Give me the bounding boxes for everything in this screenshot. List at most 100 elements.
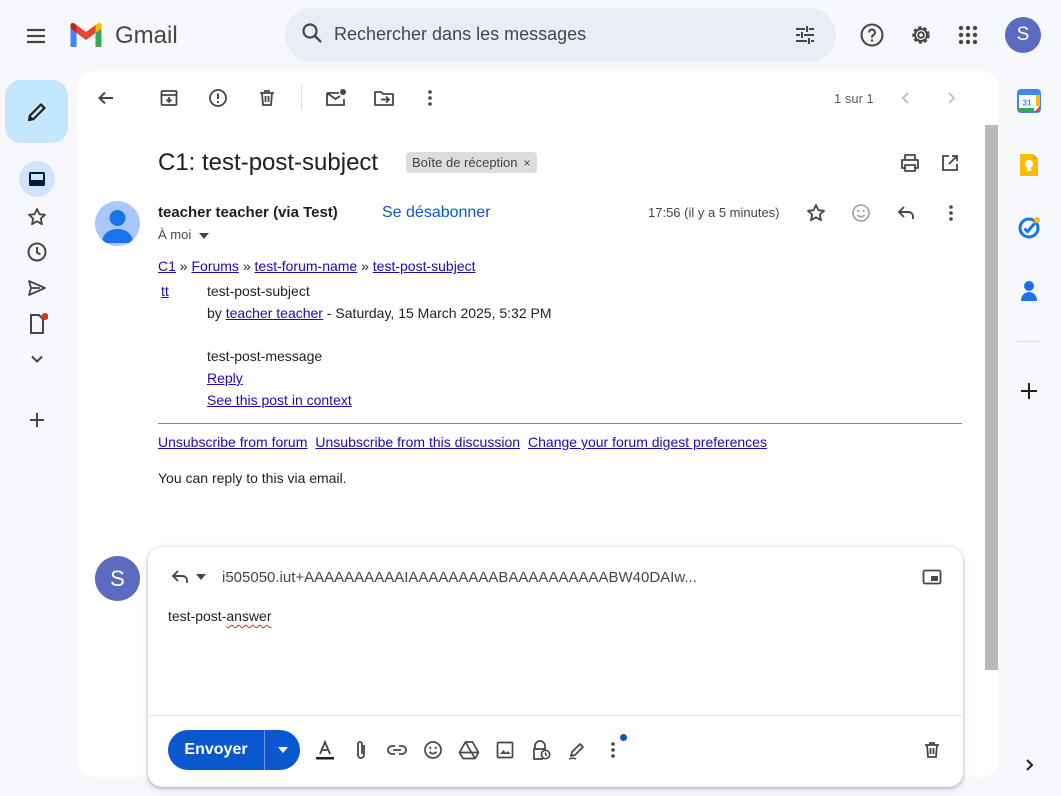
get-addons-button[interactable] <box>1016 378 1042 404</box>
breadcrumb-link[interactable]: C1 <box>158 258 176 274</box>
unsubscribe-link[interactable]: Se désabonner <box>382 204 491 222</box>
nav-snoozed[interactable] <box>22 237 52 267</box>
send-icon <box>28 280 46 296</box>
apps-grid-icon <box>958 25 978 45</box>
tune-icon <box>796 26 814 44</box>
author-link[interactable]: teacher teacher <box>226 305 323 321</box>
message-timestamp: 17:56 (il y a 5 minutes) <box>648 205 780 220</box>
star-button[interactable] <box>801 198 831 228</box>
chevron-right-icon <box>948 92 956 104</box>
reply-type-caret-icon[interactable] <box>195 571 207 583</box>
back-button[interactable] <box>90 82 122 114</box>
more-vert-icon <box>949 205 953 221</box>
message-more-button[interactable] <box>936 198 966 228</box>
reply-via-email-note: You can reply to this via email. <box>158 470 347 486</box>
formatting-button[interactable] <box>310 736 340 764</box>
add-reaction-button[interactable] <box>846 198 876 228</box>
nav-more[interactable] <box>22 344 52 374</box>
gmail-logo-icon[interactable] <box>68 21 104 49</box>
archive-button[interactable] <box>153 82 185 114</box>
trash-icon <box>925 742 939 758</box>
nav-inbox[interactable] <box>19 161 55 197</box>
breadcrumb-link[interactable]: test-forum-name <box>255 258 358 274</box>
mark-unread-button[interactable] <box>320 82 352 114</box>
scrollbar[interactable] <box>985 125 998 670</box>
google-apps-button[interactable] <box>952 19 984 51</box>
reply-recipient[interactable]: i505050.iut+AAAAAAAAAAIAAAAAAAAABAAAAAAA… <box>222 569 697 586</box>
label-chip-text: Boîte de réception <box>412 155 518 170</box>
show-side-panel-button[interactable] <box>1016 752 1042 778</box>
unsubscribe-discussion-link[interactable]: Unsubscribe from this discussion <box>315 434 520 450</box>
see-in-context-link[interactable]: See this post in context <box>207 392 352 408</box>
sender-avatar[interactable] <box>95 201 140 246</box>
paperclip-icon <box>357 741 365 759</box>
composer-divider <box>149 715 962 716</box>
link-icon <box>387 745 407 755</box>
create-label-button[interactable] <box>22 405 52 435</box>
reply-link[interactable]: Reply <box>207 370 243 386</box>
caret-down-icon <box>277 747 288 753</box>
nav-starred[interactable] <box>22 202 52 232</box>
move-to-button[interactable] <box>368 82 400 114</box>
insert-link-button[interactable] <box>382 736 412 764</box>
reply-body-input[interactable]: test-post-answer <box>168 608 272 624</box>
new-feature-dot <box>620 734 627 741</box>
person-icon <box>102 210 133 243</box>
show-details-caret-icon[interactable] <box>198 230 210 242</box>
newer-button[interactable] <box>890 82 922 114</box>
older-button[interactable] <box>935 82 967 114</box>
footer-links: Unsubscribe from forum Unsubscribe from … <box>158 434 767 450</box>
tasks-icon <box>1018 217 1040 239</box>
compose-button[interactable] <box>5 80 68 143</box>
mark-unread-icon <box>326 89 346 106</box>
insert-photo-button[interactable] <box>490 736 520 764</box>
chevron-right-icon <box>1026 759 1034 771</box>
popout-reply-button[interactable] <box>918 564 946 590</box>
delete-button[interactable] <box>251 82 283 114</box>
insert-signature-button[interactable] <box>562 736 592 764</box>
app-title: Gmail <box>115 22 178 49</box>
help-button[interactable] <box>856 19 888 51</box>
settings-button[interactable] <box>905 19 937 51</box>
search-icon[interactable] <box>299 20 325 46</box>
reply-body-text: test-post- <box>168 608 227 624</box>
reply-type-icon[interactable] <box>168 566 192 588</box>
remove-label-icon[interactable]: × <box>524 156 531 170</box>
breadcrumb: C1 » Forums » test-forum-name » test-pos… <box>158 258 476 274</box>
breadcrumb-link[interactable]: Forums <box>191 258 238 274</box>
breadcrumb-link[interactable]: test-post-subject <box>373 258 476 274</box>
pencil-icon <box>27 102 46 121</box>
discard-draft-button[interactable] <box>917 736 947 764</box>
more-vert-icon <box>428 90 432 106</box>
pen-signature-icon <box>568 743 584 760</box>
insert-drive-button[interactable] <box>454 736 484 764</box>
send-button[interactable]: Envoyer <box>168 730 264 770</box>
keep-app-button[interactable] <box>1016 152 1042 178</box>
search-input[interactable]: Rechercher dans les messages <box>334 24 586 45</box>
unsubscribe-forum-link[interactable]: Unsubscribe from forum <box>158 434 307 450</box>
more-actions-button[interactable] <box>414 82 446 114</box>
contacts-app-button[interactable] <box>1016 278 1042 304</box>
print-button[interactable] <box>895 148 925 178</box>
confidential-mode-button[interactable] <box>526 736 556 764</box>
reply-button[interactable] <box>891 198 921 228</box>
nav-drafts[interactable] <box>22 309 52 339</box>
inbox-icon <box>29 172 45 186</box>
star-icon <box>807 204 825 222</box>
user-profile-link[interactable]: tt <box>161 283 169 299</box>
calendar-app-button[interactable]: 31 <box>1016 88 1042 114</box>
insert-emoji-button[interactable] <box>418 736 448 764</box>
label-chip-inbox[interactable]: Boîte de réception × <box>406 152 537 173</box>
digest-preferences-link[interactable]: Change your forum digest preferences <box>528 434 767 450</box>
nav-sent[interactable] <box>22 273 52 303</box>
attach-file-button[interactable] <box>346 736 376 764</box>
popout-icon <box>922 569 942 585</box>
open-in-new-window-button[interactable] <box>935 148 965 178</box>
report-spam-button[interactable] <box>202 82 234 114</box>
main-menu-button[interactable] <box>16 16 56 56</box>
sender-name[interactable]: teacher teacher (via Test) <box>158 204 338 221</box>
search-options-button[interactable] <box>790 20 820 50</box>
tasks-app-button[interactable] <box>1016 215 1042 241</box>
chevron-down-icon <box>31 355 43 363</box>
account-avatar[interactable]: S <box>1005 17 1041 53</box>
